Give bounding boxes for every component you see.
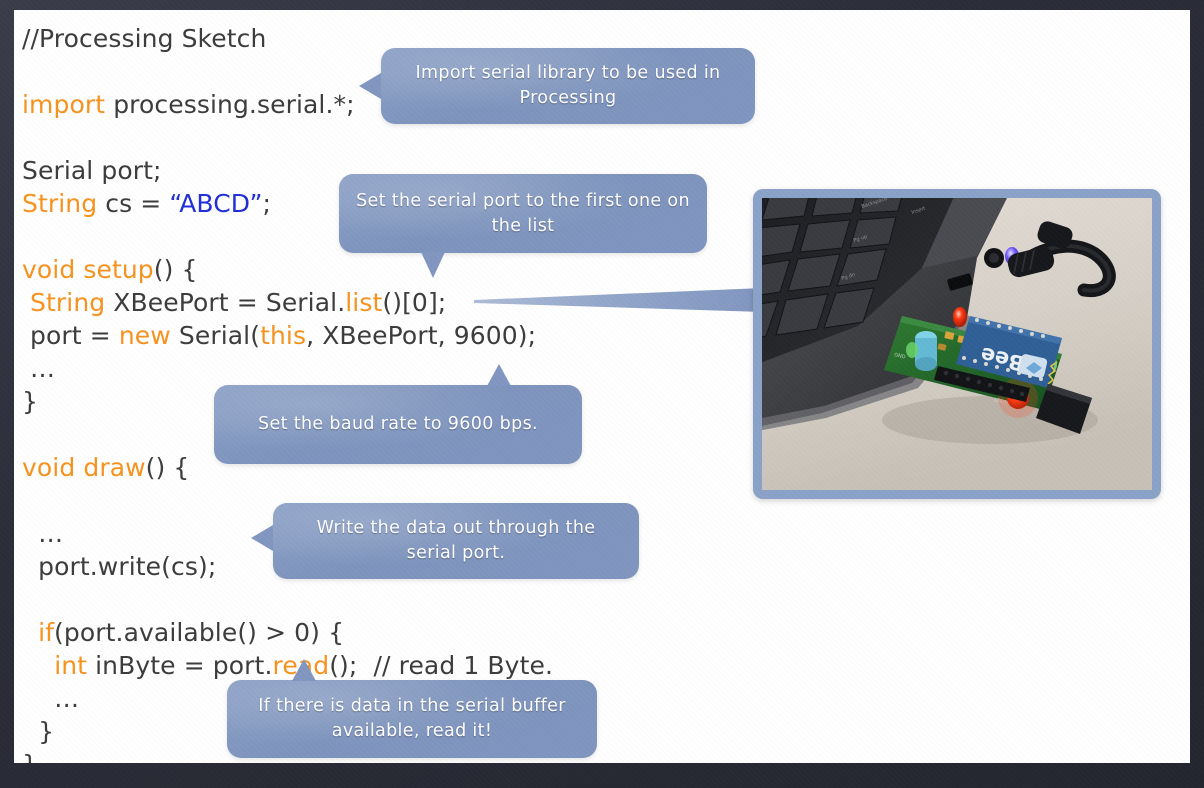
callout-read-buffer: If there is data in the serial buffer av…	[227, 680, 597, 758]
code-line-18: if(port.available() > 0) {	[22, 616, 742, 649]
code-token: Serial port;	[22, 156, 162, 185]
code-token: new	[118, 321, 171, 350]
code-token: processing.serial.*;	[105, 90, 355, 119]
callout-read-buffer-text: If there is data in the serial buffer av…	[258, 696, 566, 741]
code-token: port =	[22, 321, 119, 350]
code-token: …	[22, 519, 64, 548]
code-token: () {	[145, 453, 190, 482]
photo-illustration: Backspace Pg up Pg dn Insert GND LED1 XB…	[762, 198, 1152, 490]
wedge-pointer	[474, 282, 764, 316]
code-token: if	[38, 618, 55, 647]
wedge-pointer-shape	[474, 288, 764, 312]
code-token: }	[22, 717, 55, 746]
callout-write-data-text: Write the data out through the serial po…	[316, 518, 596, 563]
code-token: void draw	[22, 453, 146, 482]
callout-serial-port-tail	[421, 252, 445, 278]
code-token: (); // read 1 Byte.	[329, 651, 553, 680]
code-line-19: int inByte = port.read(); // read 1 Byte…	[22, 649, 742, 682]
code-token: …	[22, 684, 80, 713]
code-token: , XBeePort, 9600);	[306, 321, 537, 350]
callout-baud-rate-text: Set the baud rate to 9600 bps.	[258, 414, 538, 434]
code-token: void setup	[22, 255, 154, 284]
code-token: port.write(cs);	[22, 552, 217, 581]
code-token: String	[22, 189, 98, 218]
code-token: Serial(	[170, 321, 261, 350]
callout-baud-rate-tail	[487, 364, 511, 386]
callout-baud-rate: Set the baud rate to 9600 bps.	[214, 385, 582, 464]
code-token: //Processing Sketch	[22, 24, 267, 53]
callout-read-buffer-tail	[292, 659, 316, 681]
code-token: XBeePort = Serial.	[105, 288, 346, 317]
code-token: cs =	[97, 189, 170, 218]
code-token: “ABCD”	[169, 189, 263, 218]
callout-serial-port: Set the serial port to the first one on …	[339, 174, 707, 253]
callout-serial-port-text: Set the serial port to the first one on …	[356, 190, 690, 236]
code-line-10: …	[22, 352, 742, 385]
code-token: }	[22, 387, 39, 416]
slide-root: //Processing Sketch import processing.se…	[0, 0, 1204, 788]
code-token: ()[0];	[382, 288, 447, 317]
code-token: …	[22, 354, 56, 383]
code-token: int	[54, 651, 88, 680]
code-token: import	[22, 90, 106, 119]
photo-frame: Backspace Pg up Pg dn Insert GND LED1 XB…	[753, 189, 1161, 499]
code-token: list	[345, 288, 383, 317]
callout-write-data-tail	[251, 525, 273, 551]
callout-import-text: Import serial library to be used in Proc…	[415, 63, 721, 108]
code-token: String	[30, 288, 106, 317]
callout-import-tail	[359, 73, 381, 99]
slide-canvas: //Processing Sketch import processing.se…	[14, 10, 1190, 763]
code-line-9: port = new Serial(this, XBeePort, 9600);	[22, 319, 742, 352]
code-token: (port.available() > 0) {	[54, 618, 345, 647]
callout-write-data: Write the data out through the serial po…	[273, 503, 639, 579]
code-token: inByte = port.	[87, 651, 273, 680]
code-token: ;	[262, 189, 272, 218]
code-token: }	[22, 750, 38, 763]
code-token: () {	[153, 255, 198, 284]
code-token: this	[260, 321, 307, 350]
photo-xbee-usb-adapter: Backspace Pg up Pg dn Insert GND LED1 XB…	[762, 198, 1152, 490]
callout-import: Import serial library to be used in Proc…	[381, 48, 755, 124]
